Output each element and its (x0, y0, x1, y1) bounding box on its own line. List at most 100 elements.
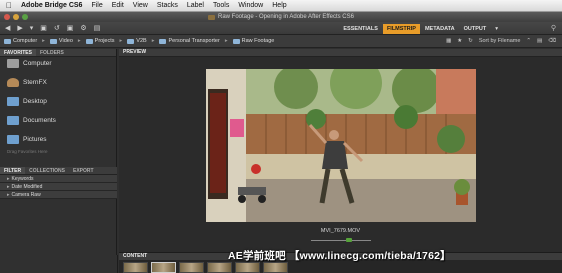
tab-filter[interactable]: FILTER (0, 167, 26, 174)
open-recent-icon[interactable]: ▤ (94, 24, 101, 32)
filter-tabs: FILTER COLLECTIONS EXPORT (0, 167, 117, 175)
menu-edit[interactable]: Edit (112, 2, 124, 9)
refine-icon[interactable]: ⚙ (80, 24, 86, 32)
menu-view[interactable]: View (133, 2, 148, 9)
computer-icon (7, 59, 19, 68)
folder-icon (85, 38, 93, 44)
thumbnail[interactable] (207, 262, 232, 273)
scrubber-track (311, 240, 371, 241)
title-bar: Raw Footage - Opening in Adobe After Eff… (0, 12, 562, 22)
workspace-metadata[interactable]: METADATA (421, 24, 459, 34)
forward-arrow-icon[interactable]: ▶ (17, 24, 22, 32)
watermark-text: AE学前班吧 【www.linecg.com/tieba/1762】 (228, 250, 451, 262)
favorite-desktop[interactable]: Desktop (0, 95, 116, 108)
apple-icon[interactable]:  (6, 1, 12, 10)
preview-header: PREVIEW (119, 49, 562, 57)
computer-icon (4, 38, 11, 44)
preview-image (206, 69, 476, 222)
menu-tools[interactable]: Tools (213, 2, 229, 9)
bridge-window: Raw Footage - Opening in Adobe After Eff… (0, 12, 562, 273)
menu-file[interactable]: File (91, 2, 102, 9)
workspace-output[interactable]: OUTPUT (460, 24, 491, 34)
view-controls: ▦ ★ ↻ Sort by Filename ⌃ ▤ ⌫ (446, 38, 556, 44)
boomerang-icon[interactable]: ↺ (54, 24, 60, 32)
parent-folder-icon[interactable]: ▣ (40, 24, 47, 32)
window-title: Raw Footage - Opening in Adobe After Eff… (218, 14, 354, 20)
folder-icon (7, 135, 19, 144)
crumb-computer[interactable]: Computer (4, 38, 37, 44)
video-preview-frame[interactable] (206, 69, 476, 222)
tab-export[interactable]: EXPORT (69, 167, 98, 174)
filter-stars-icon[interactable]: ★ (457, 38, 462, 44)
minimize-button[interactable] (13, 14, 19, 20)
folder-icon (232, 38, 240, 44)
video-scrubber[interactable] (308, 237, 374, 243)
zoom-button[interactable] (22, 14, 28, 20)
toolbar: ◀ ▶ ▾ ▣ ↺ ▣ ⚙ ▤ ESSENTIALS FILMSTRIP MET… (0, 22, 562, 35)
thumbnail[interactable] (179, 262, 204, 273)
disclosure-icon: ▸ (7, 175, 10, 182)
search-area: ⚲ (551, 24, 556, 32)
new-folder-icon[interactable]: ▤ (537, 38, 542, 44)
folder-icon (127, 38, 135, 44)
disclosure-icon: ▸ (7, 183, 10, 190)
folder-icon (7, 97, 19, 106)
filter-row-date-modified[interactable]: ▸ Date Modified (0, 183, 117, 191)
camera-icon[interactable]: ▣ (67, 24, 74, 32)
menu-window[interactable]: Window (238, 2, 263, 9)
rotate-icon[interactable]: ↻ (468, 38, 473, 44)
disclosure-icon: ▸ (7, 191, 10, 198)
workspace-menu-chevron-icon[interactable]: ▾ (491, 24, 502, 34)
folder-icon (159, 38, 167, 44)
left-panel-footer (0, 255, 118, 273)
crumb-separator-icon: ▸ (119, 38, 123, 44)
drag-favorites-hint: Drag Favorites Here (7, 149, 48, 154)
menu-bar:  Adobe Bridge CS6 File Edit View Stacks… (0, 0, 562, 12)
crumb-v2b[interactable]: V2B (127, 38, 147, 44)
folder-icon (7, 116, 19, 125)
workspace-essentials[interactable]: ESSENTIALS (339, 24, 382, 34)
filter-row-camera-raw[interactable]: ▸ Camera Raw (0, 191, 117, 199)
crumb-raw-footage[interactable]: Raw Footage (232, 38, 274, 44)
menu-stacks[interactable]: Stacks (157, 2, 178, 9)
playhead-handle[interactable] (346, 238, 352, 242)
filter-row-keywords[interactable]: ▸ Keywords (0, 175, 117, 183)
tab-favorites[interactable]: FAVORITES (0, 49, 36, 56)
crumb-personal-transporter[interactable]: Personal Transporter (159, 38, 220, 44)
path-bar: Computer ▸ Video ▸ Projects ▸ V2B ▸ Pers… (0, 35, 562, 48)
back-arrow-icon[interactable]: ◀ (5, 24, 10, 32)
crumb-projects[interactable]: Projects (85, 38, 115, 44)
workspace-filmstrip[interactable]: FILMSTRIP (382, 24, 420, 34)
menu-help[interactable]: Help (272, 2, 286, 9)
thumbnail[interactable] (235, 262, 260, 273)
tab-folders[interactable]: FOLDERS (36, 49, 68, 56)
history-dropdown-icon[interactable]: ▾ (30, 24, 34, 32)
crumb-separator-icon: ▸ (42, 38, 45, 44)
thumbnail[interactable] (263, 262, 288, 273)
favorite-pictures[interactable]: Pictures (0, 133, 116, 146)
workspace-switcher: ESSENTIALS FILMSTRIP METADATA OUTPUT ▾ (339, 24, 502, 34)
favorite-sternfx[interactable]: SternFX (0, 76, 116, 89)
thumbnail[interactable] (123, 262, 148, 273)
favorites-tabs: FAVORITES FOLDERS (0, 49, 116, 57)
folder-title-icon (208, 14, 215, 20)
crumb-separator-icon: ▸ (151, 38, 155, 44)
preview-panel: MVI_7679.MOV (119, 57, 562, 252)
favorite-documents[interactable]: Documents (0, 114, 116, 127)
close-button[interactable] (4, 14, 10, 20)
search-icon[interactable]: ⚲ (551, 24, 556, 32)
crumb-separator-icon: ▸ (77, 38, 81, 44)
sort-direction-icon[interactable]: ⌃ (526, 38, 531, 44)
sort-dropdown[interactable]: Sort by Filename (479, 38, 521, 44)
crumb-video[interactable]: Video (49, 38, 73, 44)
menu-label[interactable]: Label (187, 2, 204, 9)
thumbnail-selected[interactable] (151, 262, 176, 273)
favorite-computer[interactable]: Computer (0, 57, 116, 70)
filter-panel: FILTER COLLECTIONS EXPORT ▸ Keywords ▸ Dat… (0, 167, 117, 199)
crumb-separator-icon: ▸ (224, 38, 228, 44)
window-controls (4, 14, 28, 20)
quality-icon[interactable]: ▦ (446, 38, 451, 44)
tab-collections[interactable]: COLLECTIONS (25, 167, 69, 174)
trash-icon[interactable]: ⌫ (548, 38, 556, 44)
menu-app-name[interactable]: Adobe Bridge CS6 (21, 2, 82, 9)
